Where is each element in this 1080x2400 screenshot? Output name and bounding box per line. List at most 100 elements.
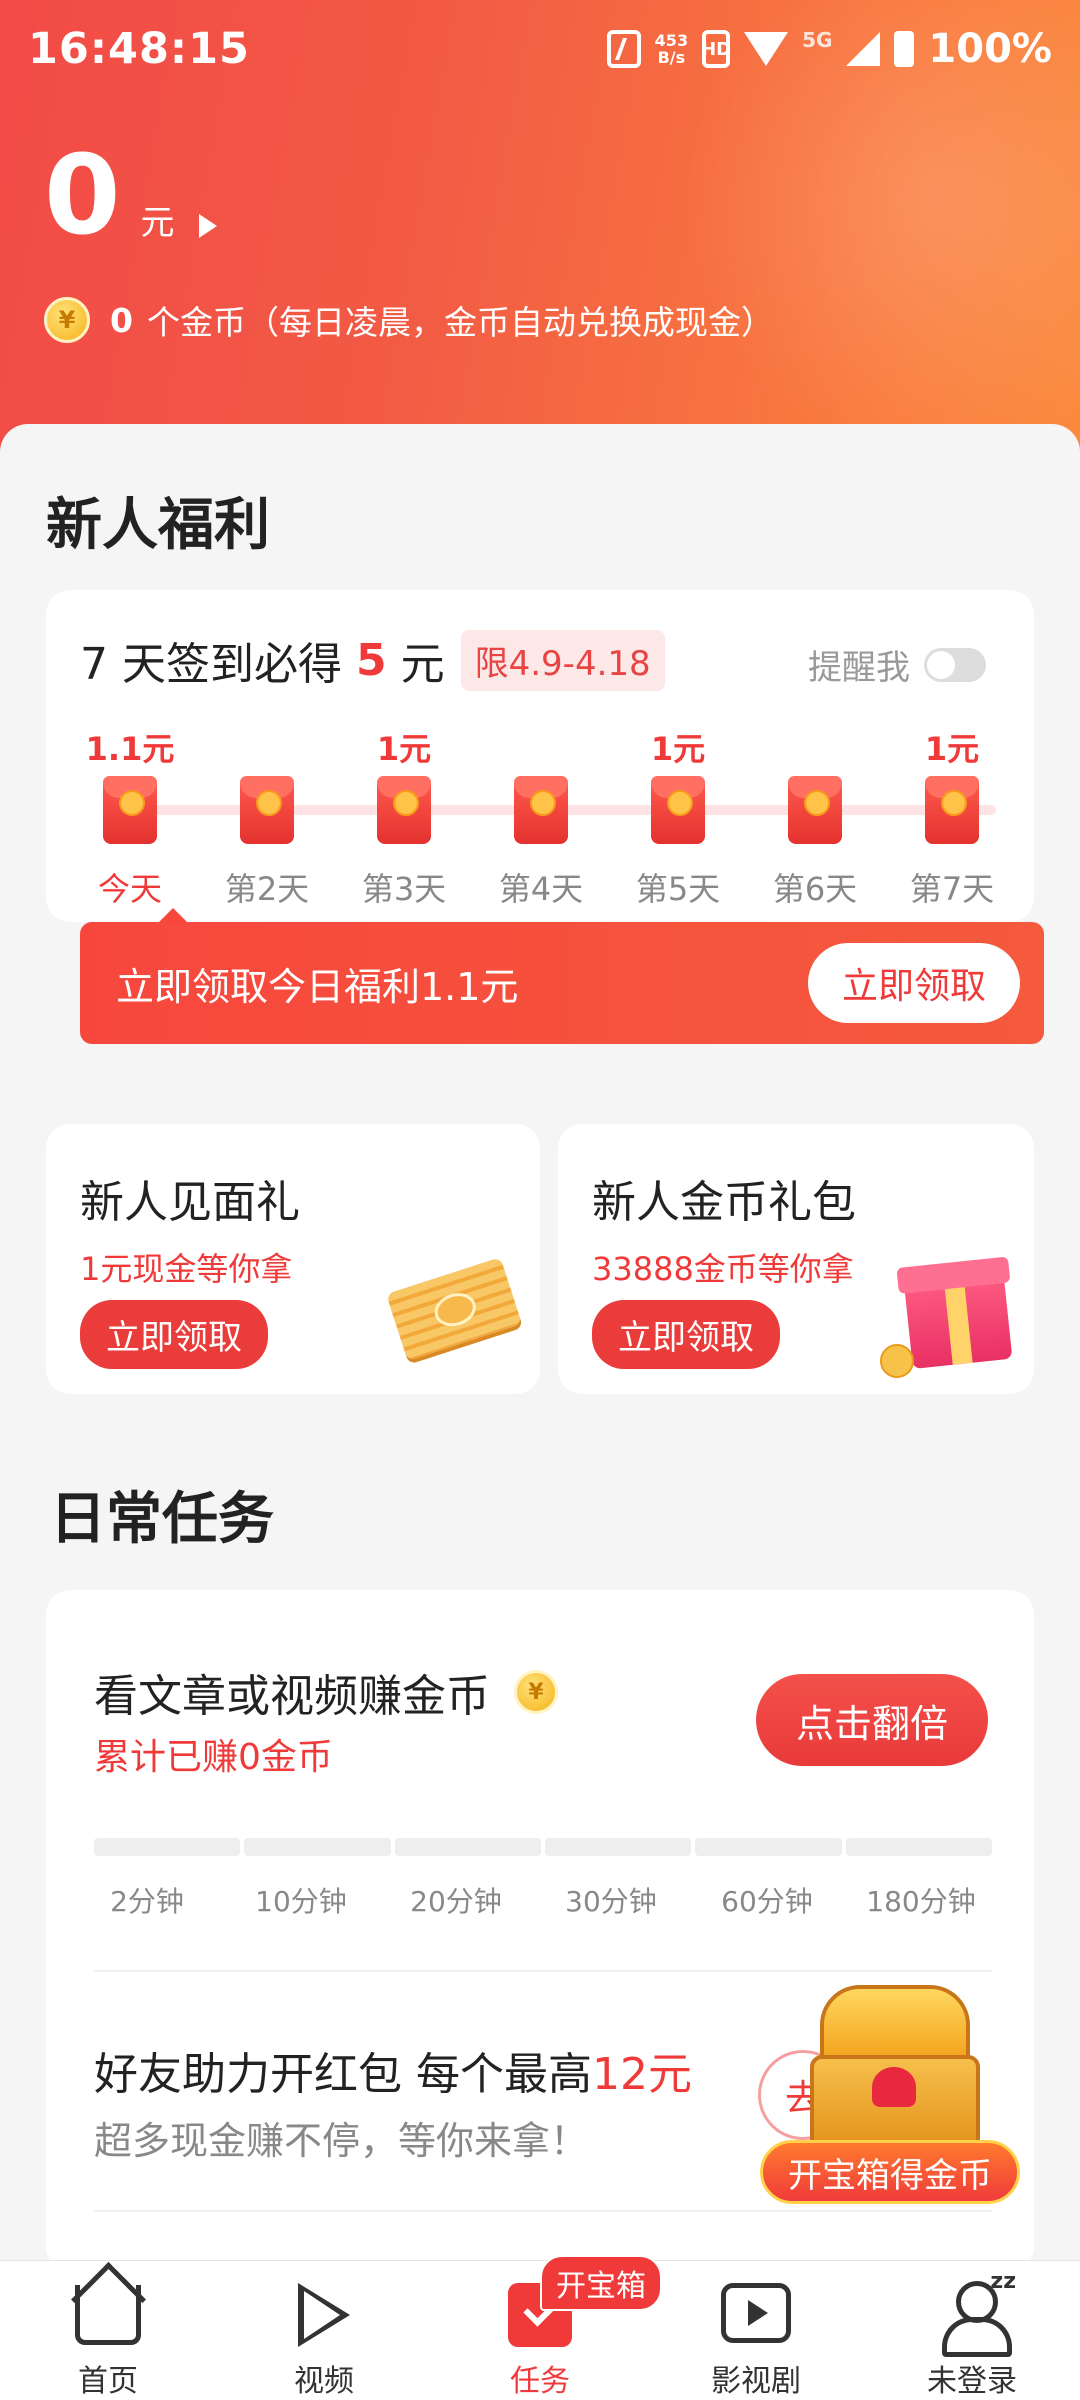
red-envelope-icon <box>377 776 431 844</box>
nav-label: 视频 <box>294 2364 354 2399</box>
milestone-label: 60分钟 <box>721 1885 813 1918</box>
progress-segment <box>544 1838 692 1856</box>
treasure-label: 开宝箱得金币 <box>760 2140 1020 2204</box>
divider <box>94 1970 992 1972</box>
day-label: 第7天 <box>909 870 995 908</box>
chevron-right-icon <box>198 214 217 238</box>
gift-card-coins[interactable]: 新人金币礼包 33888金币等你拿 立即领取 <box>558 1124 1034 1394</box>
progress-segment <box>94 1838 241 1856</box>
day-label: 今天 <box>97 870 162 908</box>
sleep-icon: zz <box>990 2269 1016 2294</box>
milestone-label: 30分钟 <box>565 1885 657 1918</box>
day-label: 第6天 <box>772 870 858 908</box>
claim-today-text: 立即领取今日福利1.1元 <box>116 964 519 1009</box>
gift-subtitle: 33888金币等你拿 <box>592 1250 854 1288</box>
milestone-label: 2分钟 <box>110 1885 184 1918</box>
cash-stack-icon <box>386 1257 522 1361</box>
balance-unit: 元 <box>140 203 175 243</box>
signin-day[interactable]: 第6天 <box>755 724 875 910</box>
signin-day[interactable]: 1元 第7天 <box>892 724 1012 910</box>
header: 16:48:15 453 B/s HD 5G 100% 0 元 ¥ 0 个金币（… <box>0 0 1080 470</box>
friend-task-subtitle: 超多现金赚不停，等你来拿！ <box>94 2119 589 2163</box>
coin-stack-icon <box>880 1344 914 1378</box>
net-speed: 453 B/s <box>655 32 688 66</box>
red-envelope-icon <box>103 776 157 844</box>
friend-task-title: 好友助力开红包 每个最高12元 <box>94 2038 692 2102</box>
coin-info: ¥ 0 个金币（每日凌晨，金币自动兑换成现金） <box>44 296 774 344</box>
nfc-icon <box>606 30 641 68</box>
signin-days: 1.1元 今天 第2天 1元 第3天 第4天 1元 第5天 第6天 1元 第7天… <box>46 590 1044 1044</box>
nav-label: 任务 <box>510 2364 570 2399</box>
nav-tv[interactable]: 影视剧 <box>648 2261 864 2400</box>
nav-video[interactable]: 视频 <box>216 2261 432 2400</box>
chest-lid <box>820 1985 970 2065</box>
gift-title: 新人见面礼 <box>80 1177 300 1228</box>
day-label: 第2天 <box>224 870 310 908</box>
red-envelope-icon <box>240 776 294 844</box>
heart-icon <box>872 2067 916 2107</box>
day-reward <box>481 724 601 768</box>
day-reward <box>755 724 875 768</box>
signin-day[interactable]: 1元 第5天 <box>618 724 738 910</box>
day-reward: 1元 <box>376 730 432 768</box>
balance-amount: 0 <box>44 131 121 259</box>
network-type: 5G <box>802 28 833 52</box>
status-time: 16:48:15 <box>28 24 250 74</box>
watch-task-title: 看文章或视频赚金币 ¥ <box>94 1660 558 1724</box>
gift-subtitle: 1元现金等你拿 <box>80 1250 293 1288</box>
battery-icon <box>894 31 915 67</box>
day-reward: 1元 <box>924 730 980 768</box>
nav-label: 未登录 <box>927 2364 1017 2399</box>
nav-label: 首页 <box>78 2364 138 2399</box>
day-label: 第5天 <box>635 870 721 908</box>
coin-icon: ¥ <box>514 1670 558 1714</box>
milestone-label: 20分钟 <box>410 1885 502 1918</box>
wifi-icon <box>744 32 789 66</box>
coin-description: 个金币（每日凌晨，金币自动兑换成现金） <box>146 303 774 342</box>
nav-label: 影视剧 <box>711 2364 801 2399</box>
gift-card-welcome[interactable]: 新人见面礼 1元现金等你拿 立即领取 <box>46 1124 540 1394</box>
nav-profile[interactable]: zz 未登录 <box>864 2261 1080 2400</box>
user-icon: zz <box>935 2269 1016 2357</box>
progress-segment <box>394 1838 541 1856</box>
day-reward: 1.1元 <box>85 730 175 768</box>
nav-home[interactable]: 首页 <box>0 2261 216 2400</box>
status-bar: 16:48:15 453 B/s HD 5G 100% <box>0 0 1080 100</box>
claim-today-bar[interactable]: 立即领取今日福利1.1元 立即领取 <box>80 922 1044 1044</box>
gift-claim-button[interactable]: 立即领取 <box>80 1300 268 1369</box>
red-envelope-icon <box>788 776 842 844</box>
day-reward <box>207 724 327 768</box>
status-icons: 453 B/s HD 5G 100% <box>606 26 1052 72</box>
play-icon <box>287 2279 361 2348</box>
hd-icon: HD <box>701 30 731 68</box>
home-icon <box>71 2279 145 2348</box>
signin-day[interactable]: 1元 第3天 <box>344 724 464 910</box>
double-button[interactable]: 点击翻倍 <box>756 1674 988 1766</box>
progress-segment <box>695 1838 842 1856</box>
milestone-label: 10分钟 <box>255 1885 347 1918</box>
signin-day[interactable]: 1.1元 今天 <box>70 724 190 910</box>
day-reward: 1元 <box>650 730 706 768</box>
cash-balance[interactable]: 0 元 <box>44 140 217 250</box>
gift-claim-button[interactable]: 立即领取 <box>592 1300 780 1369</box>
net-speed-unit: B/s <box>657 48 686 67</box>
watch-task-label: 看文章或视频赚金币 <box>94 1671 490 1722</box>
signin-day[interactable]: 第2天 <box>207 724 327 910</box>
friend-task-prefix: 好友助力开红包 每个最高 <box>94 2049 592 2100</box>
tv-icon <box>719 2279 793 2348</box>
coin-icon: ¥ <box>44 297 90 343</box>
treasure-badge: 开宝箱 <box>540 2255 662 2311</box>
gift-title: 新人金币礼包 <box>592 1177 856 1228</box>
treasure-chest-button[interactable]: 开宝箱得金币 <box>760 1985 1030 2204</box>
coin-count: 0 <box>110 300 133 340</box>
claim-today-button[interactable]: 立即领取 <box>807 943 1020 1023</box>
net-speed-value: 453 <box>654 31 689 50</box>
watch-progress-bar <box>94 1838 992 1856</box>
divider <box>94 2210 992 2212</box>
red-envelope-icon <box>925 776 979 844</box>
signin-day[interactable]: 第4天 <box>481 724 601 910</box>
milestone-label: 180分钟 <box>866 1885 976 1918</box>
newcomer-title: 新人福利 <box>46 493 270 558</box>
gift-box-icon <box>903 1269 1013 1369</box>
red-envelope-icon <box>651 776 705 844</box>
